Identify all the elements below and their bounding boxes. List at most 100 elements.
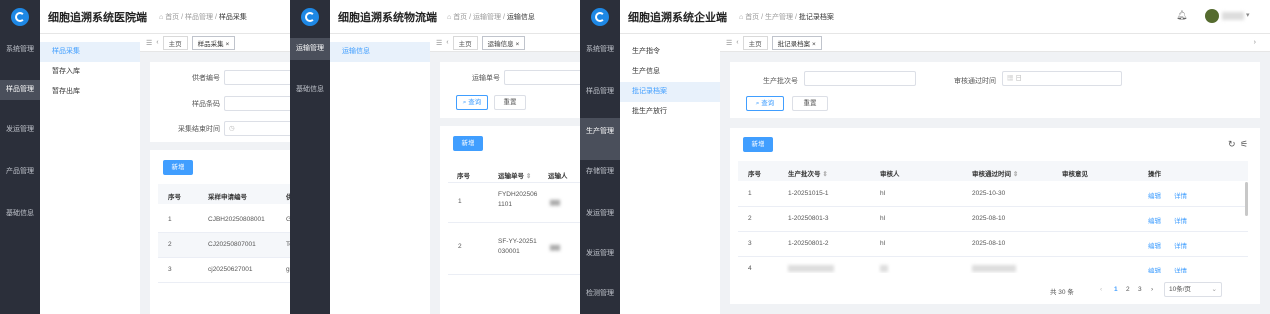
page-size-select[interactable]: 10条/页 ⌄ — [1164, 282, 1222, 297]
add-button[interactable]: 新增 — [163, 160, 193, 175]
edit-link[interactable]: 编辑 — [1148, 190, 1161, 200]
reset-button[interactable]: 重置 — [792, 96, 828, 111]
rail-item-storage[interactable]: 存储管理 — [580, 166, 620, 178]
app-title: 细胞追溯系统物流端 — [338, 11, 437, 24]
tabs-left-icon[interactable]: ‹ — [736, 39, 738, 46]
donor-id-input[interactable] — [224, 70, 290, 85]
enterprise-logo — [580, 0, 620, 34]
submenu-item-sample-collect[interactable]: 样品采集 — [40, 42, 140, 62]
rail-item-samples[interactable]: 样品管理 — [0, 80, 40, 100]
next-page-icon[interactable]: › — [1151, 286, 1153, 293]
table-row[interactable]: 2 1-20250801-3 hl 2025-08-10 编辑 详情 — [738, 207, 1248, 231]
edit-link[interactable]: 编辑 — [1148, 215, 1161, 225]
rail-item-inspection[interactable]: 检测管理 — [580, 288, 620, 300]
column-settings-icon[interactable]: ⚟ — [1240, 139, 1248, 150]
submenu-item-production-info[interactable]: 生产信息 — [620, 62, 720, 82]
detail-link[interactable]: 详情 — [1174, 190, 1187, 200]
add-button[interactable]: 新增 — [453, 136, 483, 151]
submenu-item-batch-records[interactable]: 批记录档案 — [620, 82, 720, 102]
sort-icon[interactable]: ⇕ — [526, 173, 531, 180]
page-3[interactable]: 3 — [1138, 286, 1142, 293]
table-row[interactable]: 4 编辑 详情 — [738, 257, 1248, 273]
rail-item-system[interactable]: 系统管理 — [0, 44, 40, 58]
close-icon[interactable]: × — [812, 41, 816, 48]
submenu-item-temp-in[interactable]: 暂存入库 — [40, 62, 140, 82]
submenu-item-batch-release[interactable]: 批生产放行 — [620, 102, 720, 122]
table-row[interactable]: 3 cj20250627001 g — [158, 258, 290, 282]
menu-toggle-icon[interactable]: ☰ — [436, 39, 442, 47]
filter-label-batch: 生产批次号 — [763, 78, 798, 85]
cell-transporter: ▆▆ — [550, 244, 560, 251]
cell-approve-time: 2025-10-30 — [972, 190, 1006, 197]
logistics-panel: 运输管理 基础信息 细胞追溯系统物流端 ⌂ 首页 / 运输管理 / 运输信息 运… — [290, 0, 580, 314]
sort-icon[interactable]: ⇕ — [822, 171, 827, 178]
rail-item-shipping[interactable]: 发运管理 — [580, 208, 620, 220]
batch-no-input[interactable] — [804, 71, 916, 86]
barcode-input[interactable] — [224, 96, 290, 111]
reset-button[interactable]: 重置 — [494, 95, 526, 110]
menu-toggle-icon[interactable]: ☰ — [726, 39, 732, 47]
rail-item-basic[interactable]: 基础信息 — [290, 84, 330, 96]
user-name[interactable] — [1222, 12, 1244, 20]
table-row[interactable]: 1 CJBH20250808001 G — [158, 208, 290, 232]
tabs-left-icon[interactable]: ‹ — [156, 39, 158, 46]
detail-link[interactable]: 详情 — [1174, 215, 1187, 225]
tab-batch-records[interactable]: 批记录档案 × — [771, 35, 822, 50]
close-icon[interactable]: × — [225, 41, 229, 48]
rail-item-production[interactable]: 生产管理 — [580, 118, 620, 160]
add-button[interactable]: 新增 — [743, 137, 773, 152]
table-scrollbar[interactable] — [1245, 182, 1248, 216]
crumb-home[interactable]: 首页 — [165, 14, 179, 21]
detail-link[interactable]: 详情 — [1174, 240, 1187, 250]
crumb-home[interactable]: 首页 — [745, 14, 759, 21]
sort-icon[interactable]: ⇕ — [1013, 171, 1018, 178]
crumb-current: 批记录档案 — [798, 13, 834, 21]
rail-item-shipping[interactable]: 发运管理 — [0, 124, 40, 136]
tabs-left-icon[interactable]: ‹ — [446, 39, 448, 46]
chevron-down-icon[interactable]: ▾ — [1246, 11, 1250, 19]
rail-item-transport[interactable]: 运输管理 — [290, 38, 330, 60]
chevron-down-icon: ⌄ — [1211, 286, 1217, 293]
rail-item-products[interactable]: 产品管理 — [0, 166, 40, 178]
app-title: 细胞追溯系统医院端 — [48, 11, 147, 24]
tabs-right-icon[interactable]: › — [1254, 39, 1256, 46]
menu-toggle-icon[interactable]: ☰ — [146, 39, 152, 47]
detail-link[interactable]: 详情 — [1174, 265, 1187, 273]
crumb-home[interactable]: 首页 — [453, 14, 467, 21]
table-row[interactable]: 3 1-20250801-2 hl 2025-08-10 编辑 详情 — [738, 232, 1248, 256]
refresh-icon[interactable]: ↻ — [1228, 139, 1236, 150]
table-row[interactable]: 2 SF-YY-20251 030001 ▆▆ — [448, 223, 580, 273]
breadcrumb: ⌂ 首页 / 生产管理 / 批记录档案 — [739, 13, 834, 21]
edit-link[interactable]: 编辑 — [1148, 240, 1161, 250]
edit-link[interactable]: 编辑 — [1148, 265, 1161, 273]
submenu-item-production-order[interactable]: 生产指令 — [620, 42, 720, 62]
rail-item-system[interactable]: 系统管理 — [580, 44, 620, 56]
submenu-item-transport-info[interactable]: 运输信息 — [330, 42, 430, 62]
prev-page-icon[interactable]: ‹ — [1100, 286, 1102, 293]
tab-home[interactable]: 主页 — [742, 35, 768, 50]
close-icon[interactable]: × — [515, 41, 519, 48]
rail-item-shipping-2[interactable]: 发运管理 — [580, 248, 620, 260]
end-time-input[interactable]: ◷ — [224, 121, 290, 136]
approve-time-input[interactable]: ▦ 日 — [1002, 71, 1122, 86]
tab-home[interactable]: 主页 — [162, 35, 188, 50]
waybill-input[interactable] — [504, 70, 580, 85]
rail-item-basic[interactable]: 基础信息 — [0, 208, 40, 220]
search-button[interactable]: ⌕ 查询 — [456, 95, 488, 110]
crumb-section[interactable]: 运输管理 — [473, 14, 501, 21]
rail-item-samples[interactable]: 样品管理 — [580, 86, 620, 98]
table-row[interactable]: 1 FYDH202506 1101 ▆▆ — [448, 183, 580, 221]
page-1[interactable]: 1 — [1114, 286, 1118, 293]
tab-sample-collect[interactable]: 样品采集 × — [191, 35, 236, 50]
table-row[interactable]: 1 1-20251015-1 hl 2025-10-30 编辑 详情 — [738, 182, 1248, 206]
tab-transport-info[interactable]: 运输信息 × — [481, 35, 526, 50]
table-row[interactable]: 2 CJ20250807001 Te — [158, 233, 290, 257]
submenu-item-temp-out[interactable]: 暂存出库 — [40, 82, 140, 102]
tab-home[interactable]: 主页 — [452, 35, 478, 50]
page-2[interactable]: 2 — [1126, 286, 1130, 293]
search-button[interactable]: ⌕ 查询 — [746, 96, 784, 111]
crumb-section[interactable]: 样品管理 — [185, 14, 213, 21]
crumb-section[interactable]: 生产管理 — [765, 14, 793, 21]
bell-icon[interactable]: 🔔︎ — [1176, 10, 1187, 21]
avatar[interactable] — [1205, 9, 1219, 23]
